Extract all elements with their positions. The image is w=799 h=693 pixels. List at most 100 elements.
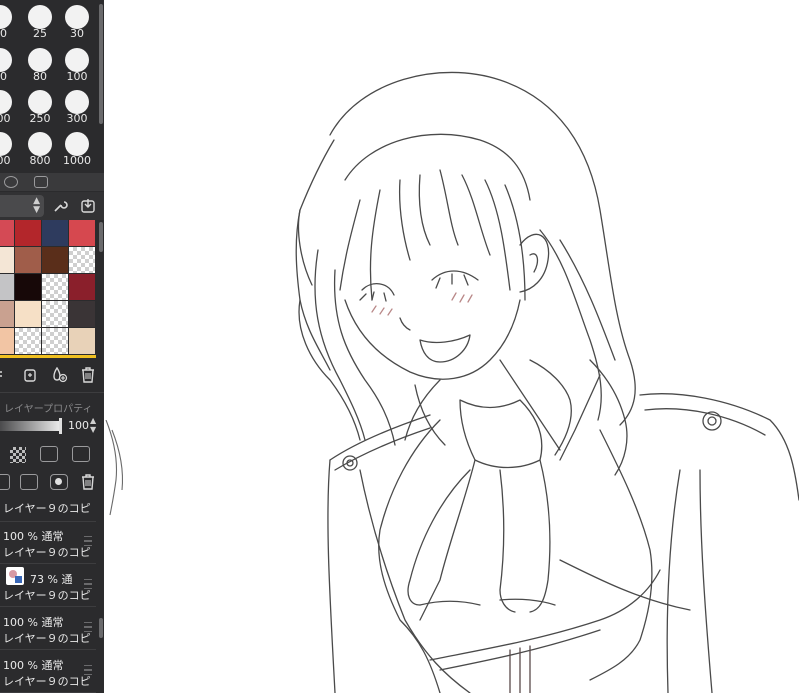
brush-size-option[interactable]: 600 [0,129,19,171]
transparency-lock-icon[interactable] [10,447,26,463]
brush-size-option[interactable]: 300 [58,87,96,129]
line-art-sketch [295,71,799,693]
tool-panel: 20 25 30 70 80 100 200 250 300 600 800 1… [0,0,104,693]
layer-opacity-blend: 100 % 通常 [3,659,64,672]
opacity-value: 100 [68,419,89,432]
layer-name: レイヤー９のコピ [3,632,91,645]
chevron-updown-icon: ▲ ▼ [33,196,40,215]
delete-layer-icon[interactable] [80,474,96,494]
add-color-icon[interactable] [50,366,68,387]
color-swatch[interactable] [0,247,14,273]
brush-dot-icon [0,5,12,29]
color-swatch[interactable] [15,301,41,327]
layer-scrollbar[interactable] [99,618,103,638]
brush-dot-icon [0,48,12,72]
color-swatch[interactable] [42,247,68,273]
brush-size-option[interactable]: 20 [0,2,19,44]
trash-icon[interactable] [80,367,96,387]
drag-handle-icon[interactable] [84,579,92,589]
brush-dot-icon [28,132,52,156]
color-palette [0,220,96,358]
brush-size-option[interactable]: 1000 [58,129,96,171]
opacity-knob[interactable] [59,418,62,434]
layer-name: レイヤー９のコピ [3,589,91,602]
layer-thumbnail [6,567,24,585]
transparent-swatch[interactable] [69,247,95,273]
clip-effect-icon[interactable] [40,446,58,462]
layer-name: レイヤー９のコピ [3,546,91,559]
brush-dot-icon [28,48,52,72]
palette-actions [0,362,104,388]
layer-item[interactable]: レイヤー９のコピ [0,496,96,522]
brush-dot-icon [65,48,89,72]
duplicate-icon[interactable] [22,367,38,387]
opacity-track[interactable] [0,421,60,431]
layer-opacity-blend: 73 % 通 [30,573,73,586]
layer-item[interactable]: 100 % 通常 レイヤー９のコピ [0,608,96,650]
layer-opacity-blend: 100 % 通常 [3,616,64,629]
chevron-updown-icon[interactable]: ▲ ▼ [90,416,96,434]
color-swatch[interactable] [69,274,95,300]
mask-effect-icon[interactable] [72,446,90,462]
palette-scrollbar[interactable] [99,222,103,252]
layer-effects-row [0,444,104,466]
drag-handle-icon[interactable] [84,665,92,675]
brush-size-option[interactable]: 100 [58,45,96,87]
layer-item[interactable]: 73 % 通 レイヤー９のコピ [0,565,96,607]
edge-sketch-lines [105,420,124,516]
brush-scrollbar[interactable] [99,4,103,124]
layer-property-title: レイヤープロパティ [4,404,93,415]
color-swatch[interactable] [69,301,95,327]
brush-size-option[interactable]: 200 [0,87,19,129]
color-swatch[interactable] [69,220,95,246]
color-swatch[interactable] [0,328,14,354]
layer-name: レイヤー９のコピ [3,502,91,515]
brush-size-option[interactable]: 250 [21,87,59,129]
tool-row [0,173,104,191]
layer-buttons [0,472,104,494]
layer-item[interactable]: 100 % 通常 レイヤー９のコピ [0,522,96,564]
color-swatch[interactable] [15,247,41,273]
brush-size-option[interactable]: 800 [21,129,59,171]
brush-size-grid: 20 25 30 70 80 100 200 250 300 600 800 1… [0,0,96,170]
layer-name: レイヤー９のコピ [3,675,91,688]
brush-dot-icon [65,90,89,114]
layer-item[interactable]: 100 % 通常 レイヤー９のコピ [0,651,96,693]
color-swatch[interactable] [0,220,14,246]
film-tool-icon[interactable] [34,176,48,188]
palette-accent-bar [0,355,96,358]
transparent-swatch[interactable] [15,328,41,354]
color-swatch[interactable] [42,220,68,246]
mask-layer-icon[interactable] [50,474,68,490]
color-swatch[interactable] [0,301,14,327]
brush-dot-icon [0,90,12,114]
color-swatch[interactable] [15,274,41,300]
brush-size-option[interactable]: 25 [21,2,59,44]
color-swatch[interactable] [0,274,14,300]
color-swatch[interactable] [69,328,95,354]
palette-header: ▲ ▼ [0,192,104,220]
brush-size-option[interactable]: 30 [58,2,96,44]
layer-settings-icon[interactable] [0,474,10,490]
brush-dot-icon [65,132,89,156]
color-swatch[interactable] [15,220,41,246]
opacity-slider[interactable]: 100 ▲ ▼ [0,416,104,436]
brush-size-option[interactable]: 80 [21,45,59,87]
import-icon[interactable] [80,198,96,218]
drag-handle-icon[interactable] [84,622,92,632]
brush-size-option[interactable]: 70 [0,45,19,87]
transparent-swatch[interactable] [42,274,68,300]
brush-dot-icon [65,5,89,29]
transparent-swatch[interactable] [42,301,68,327]
brush-dot-icon [0,132,12,156]
circle-tool-icon[interactable] [4,176,18,188]
brush-dot-icon [28,90,52,114]
brush-dot-icon [28,5,52,29]
copy-layer-icon[interactable] [20,474,38,490]
wrench-icon[interactable] [52,198,68,218]
transparent-swatch[interactable] [42,328,68,354]
palette-set-select[interactable]: ▲ ▼ [0,195,44,217]
drawing-canvas[interactable] [104,0,799,693]
menu-icon[interactable] [0,367,6,387]
drag-handle-icon[interactable] [84,536,92,546]
